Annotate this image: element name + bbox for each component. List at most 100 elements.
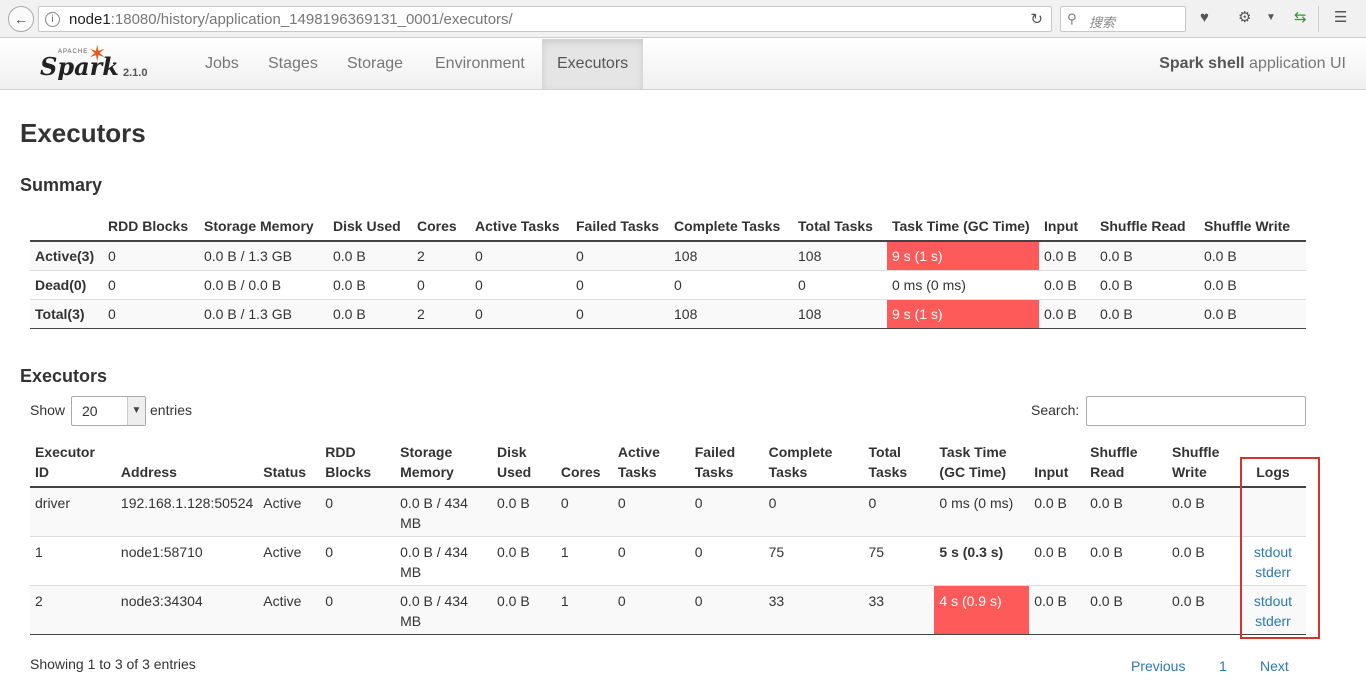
summary-cell: 0: [571, 240, 669, 270]
summary-cell: 0: [103, 298, 199, 329]
summary-cell: 0: [571, 298, 669, 329]
executors-col-header[interactable]: Disk Used: [491, 440, 556, 488]
executor-cell: 0: [863, 486, 935, 536]
executors-col-header[interactable]: Active Tasks: [612, 440, 690, 488]
executors-col-header[interactable]: Input: [1029, 440, 1086, 488]
executors-col-header[interactable]: Failed Tasks: [689, 440, 764, 488]
logo-spark-text: Spark: [40, 52, 119, 81]
executor-cell: 0.0 B: [1167, 584, 1240, 635]
executors-col-header[interactable]: Shuffle Read: [1085, 440, 1168, 488]
summary-cell: 108: [669, 298, 793, 329]
executor-cell: 0 ms (0 ms): [934, 486, 1030, 536]
summary-col-header: Failed Tasks: [571, 214, 669, 242]
summary-col-header: Storage Memory: [199, 214, 328, 242]
summary-col-header: Shuffle Write: [1199, 214, 1306, 242]
page-title: Executors: [20, 118, 146, 148]
summary-cell: 0: [793, 269, 887, 299]
summary-heading: Summary: [20, 175, 103, 195]
summary-cell: 0: [103, 269, 199, 299]
executor-cell: 1: [30, 535, 116, 585]
summary-col-header: Active Tasks: [470, 214, 571, 242]
summary-cell: 108: [793, 298, 887, 329]
summary-cell: 9 s (1 s): [887, 298, 1039, 329]
tab-storage[interactable]: Storage: [332, 39, 418, 89]
summary-row-label: Active(3): [30, 240, 103, 270]
executor-cell: 0.0 B / 434 MB: [395, 535, 492, 585]
summary-table: RDD Blocks Storage Memory Disk Used Cores Ac…: [30, 214, 1306, 329]
next-page-link[interactable]: Next: [1260, 658, 1289, 674]
tab-jobs[interactable]: Jobs: [190, 39, 254, 89]
executors-col-header[interactable]: Complete Tasks: [763, 440, 864, 488]
summary-cell: 108: [669, 240, 793, 270]
page-size-select[interactable]: 20 ▼: [71, 396, 146, 426]
tab-executors[interactable]: Executors: [542, 39, 644, 89]
summary-col-header: Complete Tasks: [669, 214, 793, 242]
executor-cell: 0: [689, 584, 764, 635]
entries-label: entries: [150, 402, 193, 418]
table-row: 1 node1:58710 Active 0 0.0 B / 434 MB 0.0 B10…: [30, 535, 1306, 585]
tab-environment[interactable]: Environment: [420, 39, 540, 89]
back-arrow-icon[interactable]: ←: [8, 6, 34, 32]
sync-arrows-icon[interactable]: ⇆: [1294, 8, 1307, 28]
spark-logo[interactable]: APACHE Spark ✶ 2.1.0: [30, 39, 180, 90]
showing-entries-text: Showing 1 to 3 of 3 entries: [30, 656, 196, 672]
executor-cell: 75: [863, 535, 935, 585]
executor-cell: 0: [555, 486, 613, 536]
summary-cell: 9 s (1 s): [887, 240, 1039, 270]
page-size-value: 20: [82, 403, 98, 419]
summary-cell: 0: [470, 240, 571, 270]
executors-col-header[interactable]: Status: [258, 440, 321, 488]
executor-cell: 0: [612, 486, 690, 536]
summary-cell: 0.0 B: [1039, 240, 1095, 270]
executors-col-header[interactable]: Address: [115, 440, 259, 488]
chevron-down-icon[interactable]: ▼: [1266, 8, 1276, 28]
executor-cell: 0.0 B: [1029, 535, 1086, 585]
summary-cell: 0.0 B / 1.3 GB: [199, 240, 328, 270]
summary-col-header: [30, 214, 103, 242]
executor-cell: 0.0 B: [491, 584, 556, 635]
summary-cell: 0: [669, 269, 793, 299]
page-1-link[interactable]: 1: [1219, 658, 1227, 674]
info-icon[interactable]: i: [45, 12, 60, 27]
pocket-icon[interactable]: ♥: [1200, 8, 1209, 28]
executors-col-header[interactable]: Storage Memory: [395, 440, 492, 488]
browser-search-input[interactable]: ⚲ 搜索: [1060, 6, 1186, 32]
executors-col-header[interactable]: RDD Blocks: [320, 440, 396, 488]
tab-stages[interactable]: Stages: [253, 39, 333, 89]
extension-icon[interactable]: ⚙: [1238, 8, 1251, 28]
executor-cell: 0: [689, 486, 764, 536]
executors-col-header[interactable]: Total Tasks: [863, 440, 935, 488]
executors-col-header[interactable]: Cores: [555, 440, 613, 488]
executor-cell: 0.0 B: [1167, 486, 1240, 536]
executor-cell: 0: [689, 535, 764, 585]
summary-col-header: Task Time (GC Time): [887, 214, 1039, 242]
executor-cell: 0.0 B: [491, 486, 556, 536]
reload-icon[interactable]: ↻: [1030, 10, 1043, 28]
previous-page-link[interactable]: Previous: [1131, 658, 1185, 674]
executors-col-header[interactable]: Shuffle Write: [1167, 440, 1240, 488]
summary-col-header: Disk Used: [328, 214, 412, 242]
executors-col-header[interactable]: Task Time (GC Time): [934, 440, 1030, 488]
summary-col-header: Cores: [412, 214, 470, 242]
summary-row: Active(3) 0 0.0 B / 1.3 GB 0.0 B 2 0 0 108 108 9 …: [30, 240, 1306, 270]
executors-col-header[interactable]: Executor ID: [30, 440, 116, 488]
show-label: Show: [30, 402, 66, 418]
menu-icon[interactable]: ☰: [1334, 8, 1347, 28]
summary-cell: 0: [470, 298, 571, 329]
summary-row-label: Total(3): [30, 298, 103, 329]
toolbar-divider: [1318, 6, 1319, 32]
summary-cell: 0.0 B: [328, 298, 412, 329]
executor-cell: 75: [763, 535, 864, 585]
executor-cell: node1:58710: [115, 535, 259, 585]
executors-heading: Executors: [20, 366, 108, 386]
summary-cell: 0: [571, 269, 669, 299]
url-bar[interactable]: i node1:18080/history/application_149819…: [38, 6, 1052, 32]
executor-cell: 1: [555, 535, 613, 585]
executor-cell: 0: [320, 486, 396, 536]
executors-search-input[interactable]: [1086, 396, 1306, 426]
executor-cell: 0.0 B / 434 MB: [395, 486, 492, 536]
chevron-down-icon: ▼: [127, 397, 145, 425]
executor-cell: 33: [863, 584, 935, 635]
executor-cell: 5 s (0.3 s): [934, 535, 1030, 585]
executor-cell: 0.0 B: [1167, 535, 1240, 585]
